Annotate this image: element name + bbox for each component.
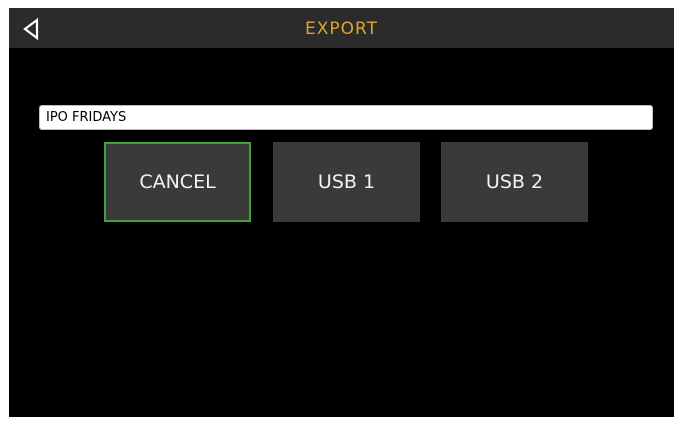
page-title: EXPORT — [305, 19, 378, 39]
usb-2-button[interactable]: USB 2 — [441, 142, 588, 222]
title-bar: EXPORT — [9, 8, 674, 48]
usb-1-button[interactable]: USB 1 — [273, 142, 420, 222]
export-name-field[interactable] — [39, 105, 653, 130]
cancel-button[interactable]: CANCEL — [104, 142, 251, 222]
export-screen: EXPORT CANCEL USB 1 USB 2 — [9, 8, 674, 417]
